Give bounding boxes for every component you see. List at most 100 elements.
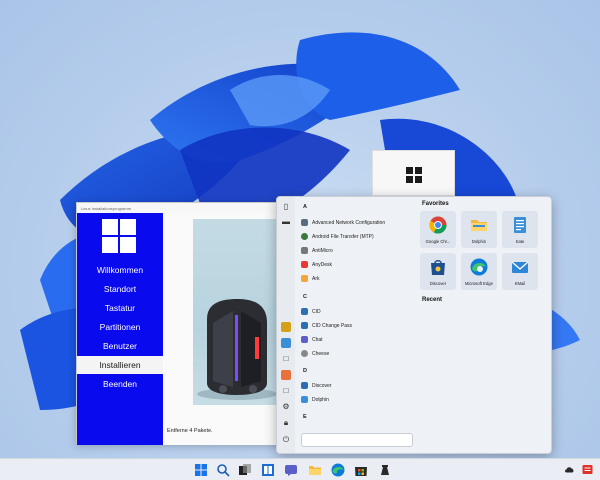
android-icon [301, 233, 308, 240]
file-explorer-icon[interactable] [308, 463, 322, 477]
cid-icon [301, 308, 308, 315]
start-search-input[interactable] [301, 433, 413, 447]
windows-logo-icon [102, 219, 138, 255]
app-label: Advanced Network Configuration [312, 219, 386, 226]
app-discover[interactable]: Discover [301, 380, 413, 391]
start-icon[interactable] [194, 463, 208, 477]
app-antimicro[interactable]: AntiMicro [301, 245, 413, 256]
sidebar-item-benutzer: Benutzer [102, 341, 138, 351]
app-label: Cheese [312, 350, 330, 357]
key-icon [301, 322, 308, 329]
app-dolphin[interactable]: Dolphin [301, 394, 413, 405]
letter-header-e: E [303, 414, 307, 420]
network-icon [301, 219, 308, 226]
letter-header-a: A [303, 204, 307, 210]
favorites-heading: Favorites [422, 201, 449, 207]
edge-icon[interactable] [331, 463, 345, 477]
letter-header-c: C [303, 294, 307, 300]
terminal-icon[interactable] [378, 463, 392, 477]
sidebar-item-partitionen: Partitionen [99, 322, 141, 332]
folder-icon[interactable]: □ [281, 386, 291, 396]
app-label: Dolphin [312, 396, 329, 403]
edge-icon [470, 258, 488, 276]
installer-window: Linux Installationsprogramm Willkommen S… [76, 202, 283, 445]
app-label: CID Change Pass [312, 322, 353, 329]
favorite-kate[interactable]: Kate [502, 211, 538, 248]
sidebar-item-tastatur: Tastatur [104, 303, 136, 313]
app-anydesk[interactable]: AnyDesk [301, 259, 413, 270]
favorite-label: Google Chr... [425, 239, 451, 244]
store-icon[interactable] [354, 463, 368, 477]
installer-sidebar: Willkommen Standort Tastatur Partitionen… [77, 213, 163, 445]
monitor-icon[interactable]: ▬ [281, 217, 291, 227]
app-label: Discover [312, 382, 332, 389]
windows-logo-icon [406, 167, 422, 183]
pictures-icon[interactable] [281, 338, 291, 348]
archive-icon [301, 275, 308, 282]
app-list: A Advanced Network Configuration Android… [297, 197, 432, 432]
camera-icon [301, 350, 308, 357]
notification-icon[interactable] [582, 464, 593, 475]
pc-case-illustration [197, 299, 277, 400]
documents-icon[interactable]: □ [281, 354, 291, 364]
app-advanced-network-configuration[interactable]: Advanced Network Configuration [301, 217, 413, 228]
install-status-text: Entferne 4 Pakete. [167, 428, 213, 434]
letter-header-d: D [303, 368, 307, 374]
settings-app-icon[interactable] [281, 322, 291, 332]
favorite-label: Dolphin [471, 239, 487, 244]
app-cheese[interactable]: Cheese [301, 348, 413, 359]
app-chat[interactable]: Chat [301, 334, 413, 345]
sidebar-item-standort: Standort [103, 284, 137, 294]
gear-icon[interactable]: ⚙ [281, 402, 291, 412]
recent-heading: Recent [422, 297, 443, 303]
app-label: Android File Transfer (MTP) [312, 233, 374, 240]
widgets-icon[interactable] [261, 463, 275, 477]
app-label: AnyDesk [312, 261, 333, 268]
start-menu-rail: ▯ ▬ □ □ ⚙ 🔒︎ ⏻ [277, 197, 295, 453]
kate-icon [514, 217, 526, 233]
favorite-discover[interactable]: Discover [420, 253, 456, 290]
app-ark[interactable]: Ark [301, 273, 413, 284]
anydesk-icon [301, 261, 308, 268]
app-cid-change-pass[interactable]: CID Change Pass [301, 320, 413, 331]
favorite-google-chrome[interactable]: Google Chr... [420, 211, 456, 248]
phone-icon[interactable]: ▯ [281, 202, 291, 212]
app-cid[interactable]: CID [301, 306, 413, 317]
favorite-label: Microsoft Edge [465, 281, 493, 286]
start-button-preview[interactable] [372, 150, 455, 196]
app-android-file-transfer[interactable]: Android File Transfer (MTP) [301, 231, 413, 242]
app-label: Chat [312, 336, 323, 343]
start-menu: ▯ ▬ □ □ ⚙ 🔒︎ ⏻ A Advanced Network Config… [276, 196, 552, 454]
chrome-icon [429, 216, 447, 234]
favorite-kmail[interactable]: KMail [502, 253, 538, 290]
sidebar-item-installieren: Installieren [77, 356, 163, 374]
app-label: Ark [312, 275, 320, 282]
sidebar-item-willkommen: Willkommen [96, 265, 144, 275]
taskbar [0, 458, 600, 480]
installer-content: Entferne 4 Pakete. [163, 213, 283, 445]
app-label: AntiMicro [312, 247, 333, 254]
chat-icon [301, 336, 308, 343]
favorite-dolphin[interactable]: Dolphin [461, 211, 497, 248]
slideshow-image [193, 219, 281, 405]
dolphin-icon [301, 396, 308, 403]
chat-icon[interactable] [284, 463, 298, 477]
discover-icon [431, 260, 445, 275]
folder-icon [471, 220, 487, 231]
sidebar-item-beenden: Beenden [102, 379, 138, 389]
favorite-label: KMail [514, 281, 526, 286]
search-icon[interactable] [216, 463, 230, 477]
mail-icon [511, 261, 529, 273]
music-icon[interactable] [281, 370, 291, 380]
gamepad-icon [301, 247, 308, 254]
installer-title: Linux Installationsprogramm [77, 203, 281, 213]
discover-icon [301, 382, 308, 389]
power-icon[interactable]: ⏻ [281, 435, 291, 445]
app-label: CID [312, 308, 321, 315]
task-view-icon[interactable] [238, 463, 252, 477]
favorite-label: Kate [515, 239, 525, 244]
cloud-icon[interactable] [564, 464, 575, 475]
lock-icon[interactable]: 🔒︎ [281, 418, 291, 428]
favorite-microsoft-edge[interactable]: Microsoft Edge [461, 253, 497, 290]
favorite-label: Discover [429, 281, 447, 286]
